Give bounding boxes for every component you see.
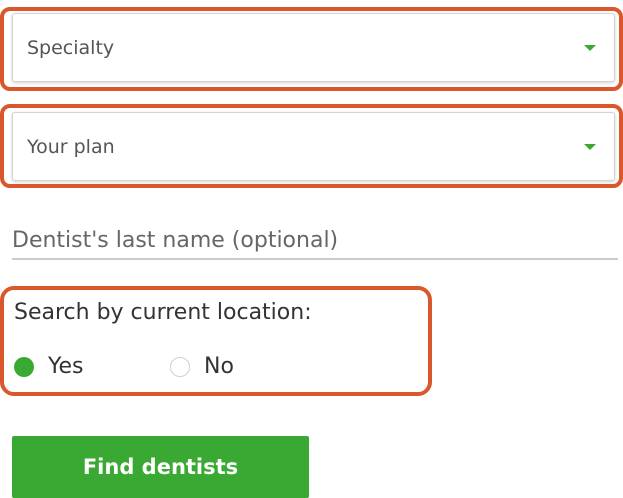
plan-select[interactable]: Your plan xyxy=(12,112,615,181)
location-radio-no-label: No xyxy=(204,354,234,379)
dentist-last-name-input[interactable] xyxy=(12,222,618,260)
location-label: Search by current location: xyxy=(14,300,312,325)
chevron-down-icon xyxy=(584,44,596,51)
specialty-select[interactable]: Specialty xyxy=(12,13,615,82)
chevron-down-icon xyxy=(584,143,596,150)
location-radio-no[interactable]: No xyxy=(170,354,234,379)
find-dentists-button[interactable]: Find dentists xyxy=(12,436,309,498)
radio-unchecked-icon xyxy=(170,356,190,377)
location-radio-yes[interactable]: Yes xyxy=(14,354,84,379)
location-radio-yes-label: Yes xyxy=(48,354,84,379)
specialty-select-text: Specialty xyxy=(27,36,115,59)
radio-checked-icon xyxy=(14,356,34,377)
plan-select-text: Your plan xyxy=(27,135,115,158)
dentist-search-form: Specialty Your plan Search by current lo… xyxy=(0,0,623,498)
